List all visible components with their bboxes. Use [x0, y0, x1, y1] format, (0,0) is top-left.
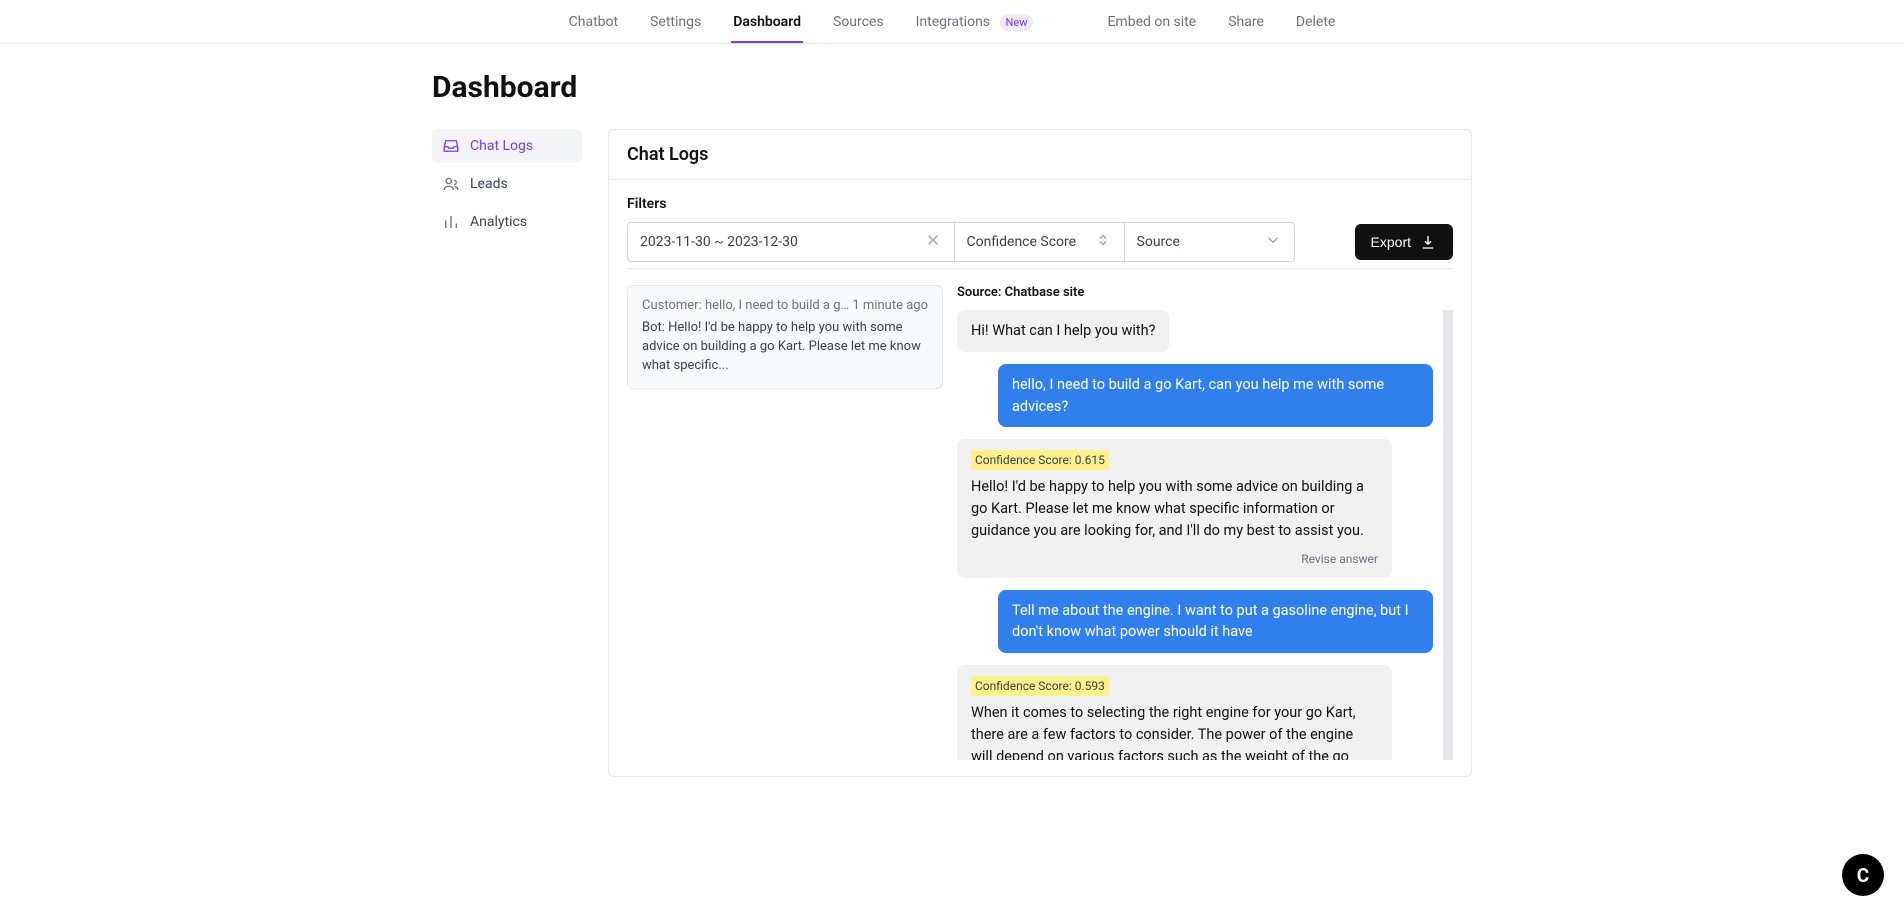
sidebar: Chat Logs Leads Analytics — [432, 129, 582, 777]
bubble: Confidence Score: 0.593 When it comes to… — [957, 665, 1392, 760]
chat-panel: Source: Chatbase site Hi! What can I hel… — [957, 285, 1453, 760]
source-filter-label: Source — [1137, 234, 1180, 250]
chevron-down-icon — [1264, 231, 1282, 253]
chat-message-user: hello, I need to build a go Kart, can yo… — [957, 364, 1433, 428]
date-range-filter[interactable]: 2023-11-30 ~ 2023-12-30 — [627, 222, 955, 262]
inbox-icon — [442, 137, 460, 155]
filters-label: Filters — [627, 196, 1453, 212]
sidebar-item-label: Leads — [470, 176, 508, 192]
tab-integrations[interactable]: Integrations New — [914, 2, 1036, 42]
tab-chatbot[interactable]: Chatbot — [567, 2, 620, 42]
chat-message-user: Tell me about the engine. I want to put … — [957, 590, 1433, 654]
main-panel: Chat Logs Filters 2023-11-30 ~ 2023-12-3… — [608, 129, 1472, 777]
export-label: Export — [1371, 234, 1411, 250]
download-icon — [1419, 233, 1437, 251]
bubble: Hi! What can I help you with? — [957, 310, 1169, 352]
log-card[interactable]: Customer: hello, I need to build a go Ka… — [627, 285, 943, 389]
top-nav: Chatbot Settings Dashboard Sources Integ… — [0, 0, 1904, 44]
close-icon[interactable] — [924, 231, 942, 253]
sidebar-item-label: Chat Logs — [470, 138, 533, 154]
chat-source-label: Source: Chatbase site — [957, 285, 1453, 300]
bubble: hello, I need to build a go Kart, can yo… — [998, 364, 1433, 428]
tab-settings[interactable]: Settings — [648, 2, 703, 42]
sort-icon — [1094, 231, 1112, 253]
date-range-value: 2023-11-30 ~ 2023-12-30 — [640, 234, 798, 250]
tab-sources[interactable]: Sources — [831, 2, 886, 42]
chat-scroll[interactable]: Hi! What can I help you with? hello, I n… — [957, 310, 1453, 760]
sidebar-item-analytics[interactable]: Analytics — [432, 205, 582, 239]
log-list: Customer: hello, I need to build a go Ka… — [627, 285, 943, 760]
confidence-badge: Confidence Score: 0.615 — [971, 450, 1109, 470]
tab-dashboard[interactable]: Dashboard — [731, 2, 803, 42]
filters-group: 2023-11-30 ~ 2023-12-30 Confidence Score — [627, 222, 1295, 262]
message-text: Hello! I'd be happy to help you with som… — [971, 478, 1364, 539]
divider — [627, 268, 1453, 269]
users-icon — [442, 175, 460, 193]
tab-integrations-label: Integrations — [916, 14, 990, 30]
confidence-badge: Confidence Score: 0.593 — [971, 676, 1109, 696]
chat-message-bot: Hi! What can I help you with? — [957, 310, 1433, 352]
log-customer-line: Customer: hello, I need to build a go Ka… — [642, 298, 852, 313]
new-badge: New — [1000, 14, 1034, 31]
action-share[interactable]: Share — [1226, 2, 1266, 42]
chat-message-bot: Confidence Score: 0.593 When it comes to… — [957, 665, 1433, 760]
action-delete[interactable]: Delete — [1294, 2, 1337, 42]
bar-chart-icon — [442, 213, 460, 231]
panel-title: Chat Logs — [609, 130, 1471, 180]
chat-message-bot: Confidence Score: 0.615 Hello! I'd be ha… — [957, 439, 1433, 577]
bubble: Confidence Score: 0.615 Hello! I'd be ha… — [957, 439, 1392, 577]
source-filter[interactable]: Source — [1125, 222, 1295, 262]
sidebar-item-leads[interactable]: Leads — [432, 167, 582, 201]
bubble: Tell me about the engine. I want to put … — [998, 590, 1433, 654]
export-button[interactable]: Export — [1355, 224, 1453, 260]
log-bot-line: Bot: Hello! I'd be happy to help you wit… — [642, 319, 928, 376]
action-embed[interactable]: Embed on site — [1105, 2, 1198, 42]
sidebar-item-label: Analytics — [470, 214, 527, 230]
sidebar-item-chat-logs[interactable]: Chat Logs — [432, 129, 582, 163]
log-time: 1 minute ago — [852, 298, 928, 313]
chat-widget-button[interactable]: C — [1842, 854, 1884, 896]
revise-answer-link[interactable]: Revise answer — [971, 550, 1378, 568]
message-text: When it comes to selecting the right eng… — [971, 704, 1356, 760]
confidence-filter[interactable]: Confidence Score — [955, 222, 1125, 262]
page-title: Dashboard — [432, 70, 1472, 105]
confidence-filter-label: Confidence Score — [967, 234, 1077, 250]
